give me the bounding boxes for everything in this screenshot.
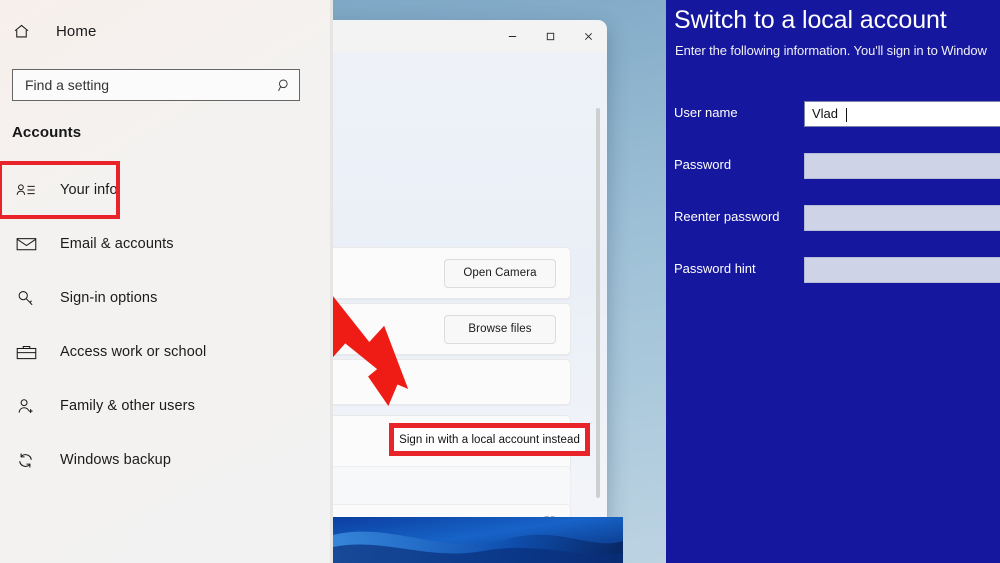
reenter-password-input[interactable] — [804, 205, 1000, 231]
dialog-subtitle: Enter the following information. You'll … — [675, 43, 987, 58]
sidebar-item-label: Windows backup — [60, 452, 172, 468]
sync-icon — [16, 451, 46, 470]
open-camera-button[interactable]: Open Camera — [444, 258, 556, 288]
settings-window: Open Camera Browse files Sign in with a … — [333, 20, 607, 525]
reenter-password-label: Reenter password — [674, 209, 780, 224]
search-placeholder: Find a setting — [25, 77, 110, 93]
window-titlebar — [333, 20, 607, 52]
browse-files-row[interactable]: Browse files — [333, 303, 571, 355]
sidebar-item-windows-backup[interactable]: Windows backup — [0, 433, 333, 487]
sign-in-with-local-account-highlight[interactable]: Sign in with a local account instead — [389, 423, 590, 456]
home-label: Home — [56, 23, 97, 40]
reenter-password-field-row: Reenter password — [666, 205, 1000, 231]
screenshot-collage: Home Find a setting Accounts Your info E… — [0, 0, 1000, 563]
sidebar-item-your-info[interactable]: Your info — [0, 161, 120, 219]
maximize-button[interactable] — [531, 20, 569, 52]
sidebar-item-label: Sign-in options — [60, 290, 158, 306]
password-hint-field-row: Password hint — [666, 257, 1000, 283]
your-info-icon — [16, 181, 46, 199]
windows-11-wallpaper — [333, 517, 623, 563]
search-icon[interactable] — [269, 77, 299, 94]
user-name-field-row: User name Vlad — [666, 101, 1000, 127]
home-icon — [12, 22, 42, 41]
key-icon — [16, 289, 46, 308]
minimize-button[interactable] — [493, 20, 531, 52]
text-caret — [846, 108, 847, 122]
open-camera-row[interactable]: Open Camera — [333, 247, 571, 299]
password-hint-label: Password hint — [674, 261, 756, 276]
person-add-icon — [16, 397, 46, 416]
sidebar-item-sign-in-options[interactable]: Sign-in options — [0, 271, 333, 325]
switch-to-local-account-panel: Switch to a local account Enter the foll… — [666, 0, 1000, 563]
dialog-title: Switch to a local account — [674, 6, 947, 34]
sidebar-item-label: Your info — [60, 182, 118, 198]
section-title-accounts: Accounts — [12, 124, 82, 141]
user-name-label: User name — [674, 105, 738, 120]
sidebar-item-family-other-users[interactable]: Family & other users — [0, 379, 333, 433]
user-name-value: Vlad — [812, 106, 839, 121]
user-name-input[interactable]: Vlad — [804, 101, 1000, 127]
sidebar-item-label: Email & accounts — [60, 236, 174, 252]
mail-icon — [16, 236, 46, 252]
sidebar-item-email-accounts[interactable]: Email & accounts — [0, 217, 333, 271]
search-input[interactable]: Find a setting — [12, 69, 300, 101]
password-field-row: Password — [666, 153, 1000, 179]
close-button[interactable] — [569, 20, 607, 52]
sidebar-item-label: Family & other users — [60, 398, 195, 414]
windows-11-settings-panel: Open Camera Browse files Sign in with a … — [333, 0, 666, 563]
vertical-scrollbar[interactable] — [596, 108, 600, 498]
accounts-nav-list: Your info Email & accounts Sign-in optio… — [0, 161, 333, 487]
settings-sidebar-panel: Home Find a setting Accounts Your info E… — [0, 0, 333, 563]
password-input[interactable] — [804, 153, 1000, 179]
home-nav-item[interactable]: Home — [12, 22, 96, 41]
password-hint-input[interactable] — [804, 257, 1000, 283]
briefcase-icon — [16, 344, 46, 361]
password-label: Password — [674, 157, 732, 172]
sidebar-item-label: Access work or school — [60, 344, 207, 360]
browse-files-button[interactable]: Browse files — [444, 314, 556, 344]
account-info-row[interactable] — [333, 359, 571, 405]
sign-in-with-local-account-button[interactable]: Sign in with a local account instead — [399, 434, 580, 446]
sidebar-item-access-work-or-school[interactable]: Access work or school — [0, 325, 333, 379]
